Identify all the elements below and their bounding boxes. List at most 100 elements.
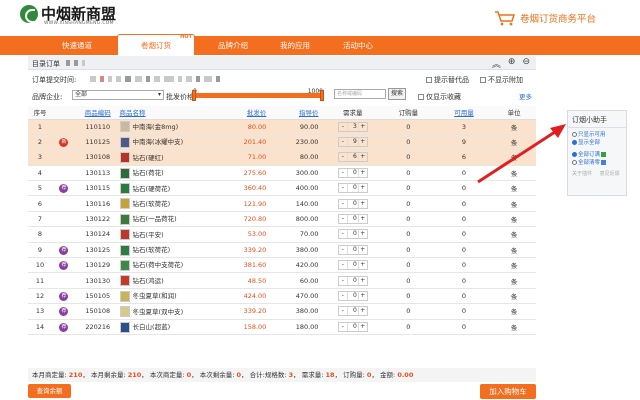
plus-button[interactable]: + bbox=[359, 153, 367, 161]
show-all-option[interactable]: 显示全部 bbox=[568, 139, 626, 147]
product-name[interactable]: 钻石(荷花) bbox=[133, 169, 164, 177]
demand-value[interactable]: 0 bbox=[346, 291, 359, 300]
product-name[interactable]: 中南海(冰耀中支) bbox=[133, 138, 184, 146]
demand-stepper[interactable]: -0 + bbox=[337, 321, 368, 332]
checkbox[interactable] bbox=[426, 77, 432, 83]
plus-button[interactable]: + bbox=[359, 215, 367, 223]
minus-button[interactable]: - bbox=[339, 261, 347, 269]
checkbox[interactable] bbox=[418, 94, 424, 100]
demand-stepper[interactable]: -3 + bbox=[337, 121, 368, 132]
more-link[interactable]: 更多 bbox=[519, 91, 532, 101]
demand-stepper[interactable]: -0 + bbox=[337, 214, 368, 225]
table-row[interactable]: 9 荐 130125 钻石(软荷花) 339.20 380.00-0 +0 0 条 bbox=[28, 242, 536, 259]
product-name[interactable]: 钻石(鸿运) bbox=[133, 277, 164, 285]
radio[interactable] bbox=[572, 132, 577, 137]
demand-value[interactable]: 0 bbox=[346, 276, 359, 285]
plus-button[interactable]: + bbox=[359, 184, 367, 192]
product-name[interactable]: 中南海(金8mg) bbox=[133, 123, 179, 131]
demand-stepper[interactable]: -6 + bbox=[337, 152, 368, 163]
demand-stepper[interactable]: -0 + bbox=[337, 167, 368, 178]
demand-value[interactable]: 0 bbox=[346, 168, 359, 177]
demand-value[interactable]: 6 bbox=[346, 153, 359, 162]
minus-button[interactable]: - bbox=[339, 307, 347, 315]
search-input[interactable]: 名称或编码 bbox=[334, 89, 386, 99]
table-row[interactable]: 1 110110 中南海(金8mg) 80.00 90.00-3 +0 3 条 bbox=[28, 119, 536, 135]
demand-stepper[interactable]: -9 + bbox=[337, 137, 368, 148]
table-row[interactable]: 4 130113 钻石(荷花) 275.60 300.00-0 +0 0 条 bbox=[28, 165, 536, 182]
nav-cigarette-order[interactable]: 卷烟订货 HOT bbox=[117, 34, 195, 55]
plus-button[interactable]: + bbox=[359, 292, 367, 300]
nav-my-apps[interactable]: 我的应用 bbox=[270, 36, 320, 55]
demand-stepper[interactable]: -0 + bbox=[337, 244, 368, 255]
demand-stepper[interactable]: -0 + bbox=[337, 198, 368, 209]
product-name[interactable]: 钻石(硬荷花) bbox=[133, 185, 171, 193]
minus-button[interactable]: - bbox=[339, 184, 347, 192]
demand-value[interactable]: 0 bbox=[346, 184, 359, 193]
add-to-cart-button[interactable]: 加入购物车 bbox=[480, 384, 536, 399]
search-button[interactable]: 搜索 bbox=[388, 88, 406, 100]
minus-button[interactable]: - bbox=[339, 200, 347, 208]
demand-value[interactable]: 0 bbox=[346, 307, 359, 316]
radio[interactable] bbox=[572, 160, 577, 165]
favorites-toggle[interactable]: 仅显示收藏 bbox=[418, 92, 461, 102]
checkbox[interactable] bbox=[480, 77, 486, 83]
product-name[interactable]: 冬虫夏草(和润) bbox=[133, 292, 177, 300]
demand-value[interactable]: 0 bbox=[346, 245, 359, 254]
table-row[interactable]: 13 荐 150108 冬虫夏草(双中支) 339.20 380.00-0 +0 0 条 bbox=[28, 303, 536, 320]
table-row[interactable]: 3130108钻石(硬红)71.0080.00-6+06条 bbox=[28, 149, 536, 166]
nav-brand-intro[interactable]: 品牌介绍 bbox=[208, 36, 258, 55]
clear-all-option[interactable]: 全部清零 bbox=[568, 159, 626, 167]
product-name[interactable]: 钻石(硬红) bbox=[133, 154, 164, 162]
about-plugin-link[interactable]: 关于插件 bbox=[572, 171, 592, 177]
nav-activity-center[interactable]: 活动中心 bbox=[333, 36, 383, 55]
minus-button[interactable]: - bbox=[339, 246, 347, 254]
table-row[interactable]: 8 130124 钻石(平安) 53.00 70.00-0 +0 0 条 bbox=[28, 226, 536, 243]
plus-button[interactable]: + bbox=[359, 138, 367, 146]
hide-zero-toggle[interactable]: 不显示附加 bbox=[480, 75, 523, 85]
radio[interactable] bbox=[572, 152, 577, 157]
table-row[interactable]: 12 荐 150105 冬虫夏草(和润) 424.00 470.00-0 +0 0 条 bbox=[28, 288, 536, 305]
plus-button[interactable]: + bbox=[359, 123, 367, 131]
demand-value[interactable]: 9 bbox=[346, 138, 359, 147]
product-name[interactable]: 钻石(软荷花) bbox=[133, 200, 171, 208]
radio[interactable] bbox=[572, 140, 577, 145]
minus-button[interactable]: - bbox=[339, 323, 347, 331]
product-name[interactable]: 钻石(软荷花) bbox=[133, 246, 171, 254]
plus-button[interactable]: + bbox=[359, 277, 367, 285]
slider-max-handle[interactable] bbox=[320, 90, 324, 101]
table-row[interactable]: 14 荐 220216 长白山(超蓝) 158.00 180.00-0 +0 0 条 bbox=[28, 319, 536, 335]
demand-stepper[interactable]: -0 + bbox=[337, 306, 368, 317]
table-row[interactable]: 11 130130 钻石(鸿运) 48.50 60.00-0 +0 0 条 bbox=[28, 272, 536, 289]
brand-select[interactable]: 全部 bbox=[72, 90, 164, 100]
product-name[interactable]: 冬虫夏草(双中支) bbox=[133, 308, 184, 316]
nav-quick-access[interactable]: 快速通道 bbox=[52, 36, 102, 55]
zoom-out-icon[interactable]: ⊖ bbox=[522, 57, 530, 70]
product-name[interactable]: 钻石(平安) bbox=[133, 231, 164, 239]
minus-button[interactable]: - bbox=[339, 292, 347, 300]
slider-min-handle[interactable] bbox=[192, 90, 196, 101]
demand-stepper[interactable]: -0 + bbox=[337, 260, 368, 271]
plus-button[interactable]: + bbox=[359, 169, 367, 177]
minus-button[interactable]: - bbox=[339, 230, 347, 238]
demand-stepper[interactable]: -0 + bbox=[337, 290, 368, 301]
order-all-option[interactable]: 全部订满 bbox=[568, 151, 626, 159]
table-row[interactable]: 7 130122 钻石(一品荷花) 720.80 800.00-0 +0 0 条 bbox=[28, 211, 536, 228]
query-balance-button[interactable]: 查询余额 bbox=[28, 384, 71, 398]
minus-button[interactable]: - bbox=[339, 123, 347, 131]
col-guide[interactable]: 指导价 bbox=[274, 106, 325, 120]
col-name[interactable]: 商品名称 bbox=[119, 106, 218, 120]
demand-stepper[interactable]: -0 + bbox=[337, 183, 368, 194]
col-available[interactable]: 可用量 bbox=[435, 106, 493, 120]
plus-button[interactable]: + bbox=[359, 200, 367, 208]
demand-stepper[interactable]: -0 + bbox=[337, 229, 368, 240]
plus-button[interactable]: + bbox=[359, 323, 367, 331]
minus-button[interactable]: - bbox=[339, 277, 347, 285]
col-price[interactable]: 批发价 bbox=[217, 106, 275, 120]
table-row[interactable]: 10 荐 130129 钻石(荷中支荷花) 381.60 420.00-0 +0 0 条 bbox=[28, 257, 536, 274]
price-slider[interactable]: 0 1000 bbox=[192, 88, 324, 101]
table-row[interactable]: 6 130116 钻石(软荷花) 121.90 140.00-0 +0 0 条 bbox=[28, 195, 536, 212]
demand-value[interactable]: 0 bbox=[346, 322, 359, 331]
demand-value[interactable]: 0 bbox=[346, 215, 359, 224]
platform-title[interactable]: 卷烟订货商务平台 bbox=[494, 10, 596, 26]
demand-stepper[interactable]: -0 + bbox=[337, 275, 368, 286]
